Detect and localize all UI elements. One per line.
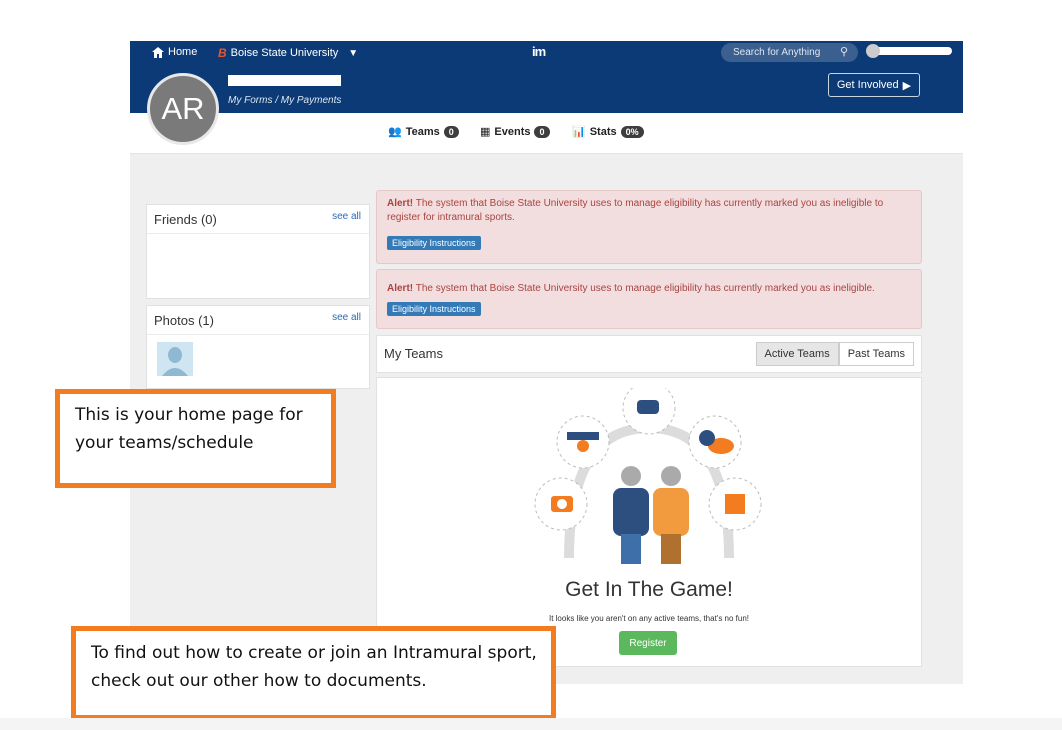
callout-text: This is your home page for your teams/sc… <box>75 405 303 453</box>
top-navigation: Home B Boise State University ▼ im Searc… <box>130 41 963 65</box>
calendar-icon: ▦ <box>480 126 491 138</box>
get-involved-label: Get Involved <box>836 79 899 91</box>
home-icon <box>152 46 164 58</box>
photo-thumbnail[interactable] <box>157 342 193 376</box>
alert-prefix: Alert! <box>387 198 414 209</box>
page-footer-strip <box>0 718 1062 730</box>
photos-title: Photos (1) <box>154 313 214 328</box>
friends-title: Friends (0) <box>154 212 217 227</box>
callout-text: To find out how to create or join an Int… <box>91 643 537 691</box>
person-photo-icon <box>157 342 193 376</box>
alert-text: Alert! The system that Boise State Unive… <box>387 282 911 296</box>
brand-logo[interactable]: im <box>532 44 546 59</box>
search-input[interactable]: Search for Anything ⚲ <box>721 43 858 62</box>
home-label: Home <box>168 46 198 58</box>
tab-teams-label: Teams <box>405 125 440 138</box>
teams-tabs: Active Teams Past Teams <box>755 342 914 366</box>
eligibility-instructions-button[interactable]: Eligibility Instructions <box>387 302 481 316</box>
events-count-badge: 0 <box>534 125 550 138</box>
profile-header: My Forms / My Payments Get Involved ▶ <box>130 65 963 113</box>
alert-text: Alert! The system that Boise State Unive… <box>387 197 911 225</box>
tab-teams[interactable]: 👥 Teams 0 <box>388 125 459 138</box>
university-label: Boise State University <box>230 47 339 59</box>
profile-links: My Forms / My Payments <box>228 95 341 106</box>
tab-past-teams[interactable]: Past Teams <box>838 342 914 366</box>
search-placeholder: Search for Anything <box>733 47 821 58</box>
users-icon: 👥 <box>388 126 402 138</box>
friends-see-all-link[interactable]: see all <box>332 211 361 222</box>
divider <box>147 334 369 335</box>
alert-ineligible: Alert! The system that Boise State Unive… <box>376 269 922 329</box>
my-teams-header: My Teams Active Teams Past Teams <box>376 335 922 373</box>
bar-chart-icon: 📊 <box>572 126 586 138</box>
alert-ineligible-register: Alert! The system that Boise State Unive… <box>376 190 922 264</box>
my-forms-link[interactable]: My Forms / <box>228 95 278 106</box>
friends-card: Friends (0) see all <box>146 204 370 299</box>
my-payments-link[interactable]: My Payments <box>281 95 342 106</box>
university-dropdown[interactable]: B Boise State University ▼ <box>218 46 358 60</box>
university-logo-icon: B <box>218 46 227 60</box>
divider <box>147 233 369 234</box>
tab-events[interactable]: ▦ Events 0 <box>480 125 550 138</box>
empty-state-title: Get In The Game! <box>565 578 733 601</box>
register-button[interactable]: Register <box>619 631 677 655</box>
photos-see-all-link[interactable]: see all <box>332 312 361 323</box>
stats-percent-badge: 0% <box>620 125 644 138</box>
photos-card: Photos (1) see all <box>146 305 370 389</box>
avatar[interactable]: AR <box>147 73 219 145</box>
user-avatar-icon <box>866 44 880 58</box>
tab-events-label: Events <box>494 125 531 138</box>
tab-stats-label: Stats <box>589 125 617 138</box>
callout-home-page-note: This is your home page for your teams/sc… <box>55 389 336 488</box>
profile-subnav: 👥 Teams 0 ▦ Events 0 📊 Stats 0% <box>130 113 963 154</box>
user-menu[interactable] <box>866 44 952 58</box>
alert-message: The system that Boise State University u… <box>387 198 884 223</box>
get-in-the-game-panel: Get In The Game! It looks like you aren'… <box>376 377 922 667</box>
play-icon: ▶ <box>902 79 912 92</box>
alert-message: The system that Boise State University u… <box>415 283 875 294</box>
callout-howto-note: To find out how to create or join an Int… <box>71 626 556 720</box>
chevron-down-icon: ▼ <box>348 47 359 59</box>
eligibility-instructions-button[interactable]: Eligibility Instructions <box>387 236 481 250</box>
sports-people-illustration <box>534 388 762 564</box>
home-link[interactable]: Home <box>152 46 197 58</box>
my-teams-title: My Teams <box>384 346 443 361</box>
get-involved-button[interactable]: Get Involved ▶ <box>828 73 920 97</box>
app-frame: Home B Boise State University ▼ im Searc… <box>130 41 963 684</box>
teams-count-badge: 0 <box>443 125 459 138</box>
tab-active-teams[interactable]: Active Teams <box>755 342 839 366</box>
alert-prefix: Alert! <box>387 283 414 294</box>
user-name-redacted <box>228 75 341 86</box>
tab-stats[interactable]: 📊 Stats 0% <box>572 125 644 138</box>
empty-state-text: It looks like you aren't on any active t… <box>548 614 750 623</box>
search-icon[interactable]: ⚲ <box>840 45 848 58</box>
